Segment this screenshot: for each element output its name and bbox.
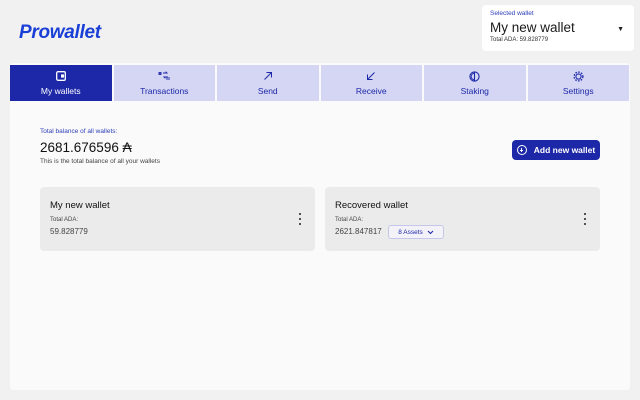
assets-count: 8 Assets (398, 228, 423, 236)
total-balance-value: 2681.676596 ₳ (40, 140, 132, 155)
gear-icon (571, 70, 585, 82)
wallet-card[interactable]: My new wallet Total ADA: 59.828779 (40, 187, 315, 251)
wallet-total-label: Total ADA: (335, 217, 364, 223)
arrow-down-left-icon (364, 70, 378, 82)
staking-icon (468, 70, 482, 82)
main-tabs: My wallets Transactions Send Receive Sta… (10, 65, 629, 101)
selected-wallet-label: Selected wallet (490, 10, 534, 17)
wallet-name: My new wallet (50, 200, 110, 211)
tab-my-wallets[interactable]: My wallets (10, 65, 112, 101)
tab-label: Receive (355, 86, 387, 96)
chevron-down-icon (427, 230, 434, 234)
total-balance-label: Total balance of all wallets: (40, 128, 118, 135)
app-logo: Prowallet (19, 22, 101, 43)
tab-send[interactable]: Send (217, 65, 319, 101)
selected-wallet-name: My new wallet (490, 20, 575, 35)
tab-label: Settings (562, 86, 594, 96)
tab-receive[interactable]: Receive (320, 65, 422, 101)
more-vertical-icon[interactable] (582, 213, 588, 225)
caret-down-icon: ▼ (617, 26, 624, 33)
tab-label: My wallets (40, 86, 81, 96)
wallet-icon (54, 70, 68, 82)
total-balance-description: This is the total balance of all your wa… (40, 158, 160, 165)
tab-transactions[interactable]: Transactions (113, 65, 215, 101)
wallet-total-value: 59.828779 (50, 227, 88, 236)
wallet-total-value: 2621.847817 (335, 227, 382, 236)
add-new-wallet-button[interactable]: Add new wallet (512, 140, 600, 160)
selected-wallet-dropdown[interactable]: Selected wallet My new wallet Total ADA:… (482, 5, 634, 51)
tab-staking[interactable]: Staking (424, 65, 526, 101)
more-vertical-icon[interactable] (297, 213, 303, 225)
assets-dropdown[interactable]: 8 Assets (388, 225, 444, 239)
arrow-up-right-icon (261, 70, 275, 82)
selected-wallet-total: Total ADA: 59.828779 (490, 37, 549, 43)
add-new-wallet-label: Add new wallet (533, 145, 596, 155)
wallet-total-label: Total ADA: (50, 217, 79, 223)
wallet-card[interactable]: Recovered wallet Total ADA: 2621.847817 … (325, 187, 600, 251)
tab-settings[interactable]: Settings (527, 65, 629, 101)
wallet-name: Recovered wallet (335, 200, 408, 211)
plus-circle-icon (516, 145, 527, 155)
tab-label: Send (257, 86, 278, 96)
tab-label: Staking (460, 86, 489, 96)
tab-label: Transactions (140, 86, 189, 96)
transactions-icon (157, 70, 171, 82)
